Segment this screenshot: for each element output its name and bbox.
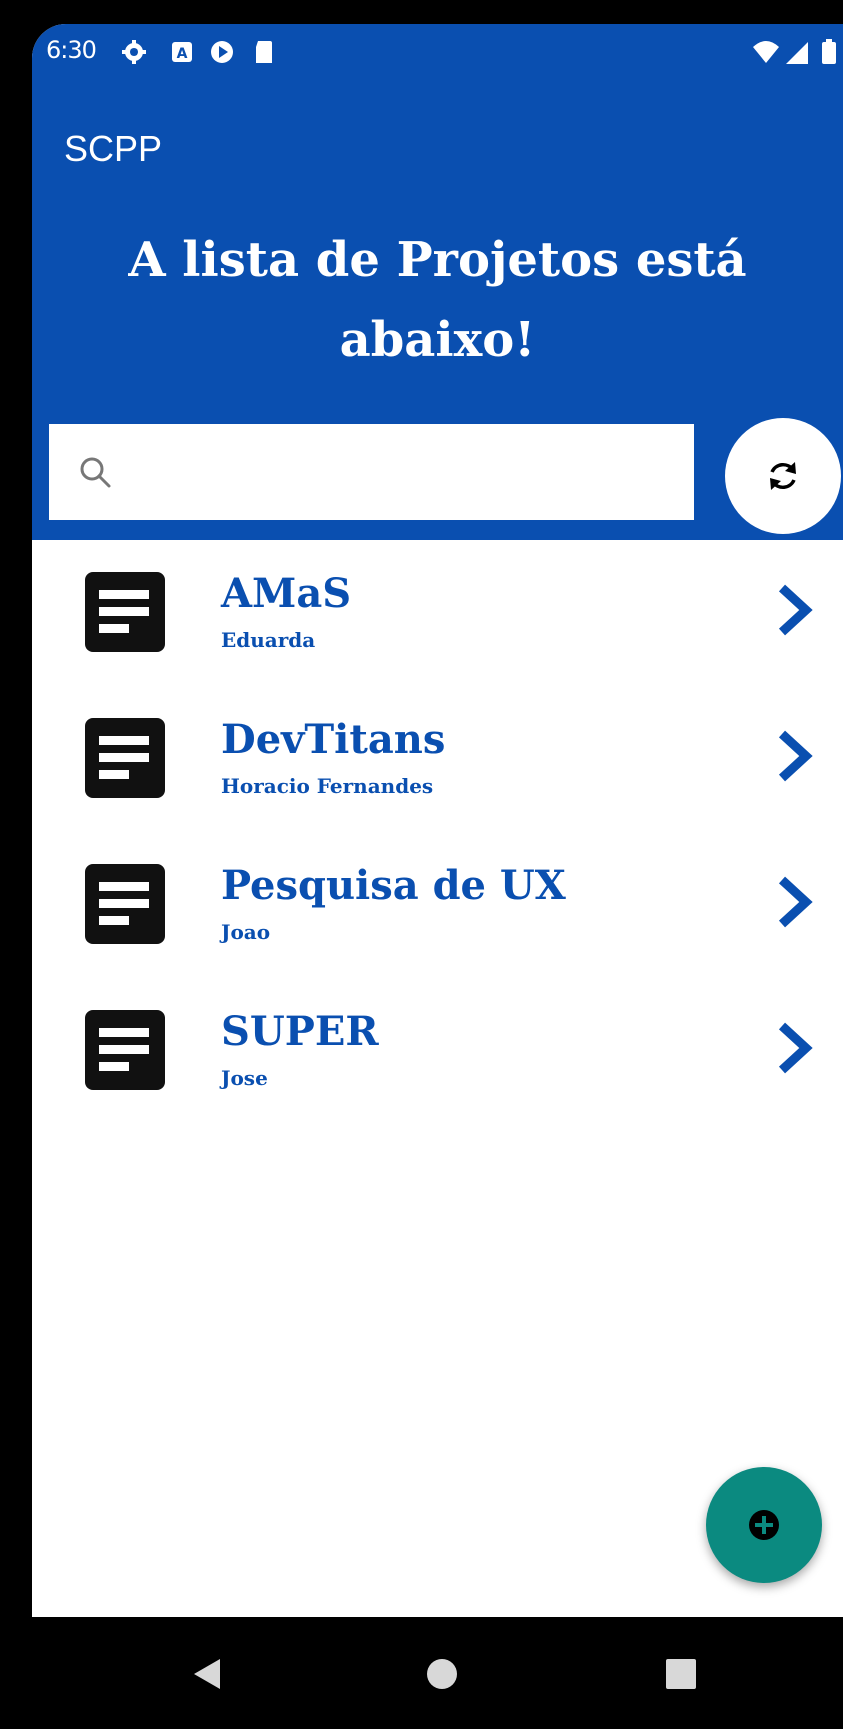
status-bar: 6:30 A [32,24,843,80]
back-icon[interactable] [192,1657,222,1691]
recent-apps-icon[interactable] [666,1659,696,1689]
project-owner: Eduarda [221,628,316,652]
app-screen: 6:30 A SCPP A lista de Projetos está aba… [32,24,843,1729]
home-icon[interactable] [427,1659,457,1689]
search-bar[interactable] [49,424,694,520]
chevron-right-icon[interactable] [774,874,814,930]
project-owner: Jose [221,1066,268,1090]
project-list-item[interactable]: AMaS Eduarda [32,540,843,686]
project-list-item[interactable]: SUPER Jose [32,978,843,1124]
project-title: DevTitans [221,716,446,763]
document-icon [85,718,165,798]
wifi-icon [753,41,779,63]
project-title: SUPER [221,1008,379,1055]
project-list: AMaS Eduarda DevTitans Horacio Fernandes [32,540,843,1124]
document-icon [85,864,165,944]
svg-text:A: A [177,46,188,62]
app-bar: SCPP [32,80,843,190]
search-input[interactable] [129,444,673,502]
play-protect-icon [211,41,233,63]
refresh-icon [770,462,796,490]
chevron-right-icon[interactable] [774,1020,814,1076]
signal-icon [786,42,808,64]
project-list-item[interactable]: Pesquisa de UX Joao [32,832,843,978]
battery-icon [822,39,836,64]
search-icon [80,457,111,488]
system-nav-bar [32,1617,843,1729]
header-panel: A lista de Projetos está abaixo! [32,190,843,540]
document-icon [85,572,165,652]
refresh-button[interactable] [725,418,841,534]
project-owner: Horacio Fernandes [221,774,434,798]
document-icon [85,1010,165,1090]
app-title: SCPP [64,128,163,169]
settings-icon [122,40,146,64]
add-project-button[interactable] [706,1467,822,1583]
sd-card-icon [256,41,272,63]
project-list-item[interactable]: DevTitans Horacio Fernandes [32,686,843,832]
a-box-icon: A [172,42,192,62]
project-title: Pesquisa de UX [221,862,566,909]
status-time: 6:30 [46,36,97,64]
chevron-right-icon[interactable] [774,728,814,784]
project-title: AMaS [221,570,352,617]
project-owner: Joao [221,920,271,944]
add-circle-icon [749,1510,779,1540]
page-headline: A lista de Projetos está abaixo! [128,232,747,368]
chevron-right-icon[interactable] [774,582,814,638]
